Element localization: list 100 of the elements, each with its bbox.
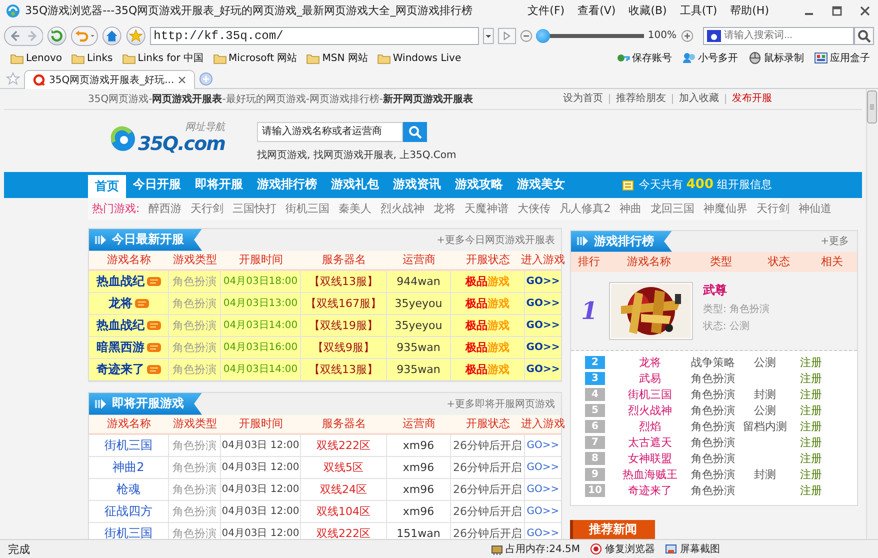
nav-tab[interactable]: 即将开服 — [188, 174, 250, 196]
game-link[interactable]: 三国快打 — [232, 201, 277, 216]
address-field[interactable]: http://kf.35q.com/ — [150, 26, 479, 45]
game-link[interactable]: 热血战纪 — [96, 316, 144, 334]
register-link[interactable]: 注册 — [800, 467, 822, 482]
search-field[interactable]: 请输入搜索词... — [724, 30, 850, 42]
nav-tab[interactable]: 游戏攻略 — [448, 174, 510, 196]
game-link[interactable]: 天魔神谱 — [464, 201, 509, 216]
register-link[interactable]: 注册 — [800, 387, 822, 402]
game-link[interactable]: 龙将 — [108, 294, 132, 312]
register-link[interactable]: 注册 — [800, 419, 822, 434]
go-link[interactable]: GO>> — [526, 276, 560, 287]
maximize-icon[interactable] — [832, 6, 842, 16]
menu-item[interactable]: 收藏(B) — [628, 3, 667, 18]
game-link[interactable]: 烈火战神 — [628, 403, 672, 418]
game-link[interactable]: 奇迹来了 — [96, 360, 144, 378]
go-link[interactable]: GO>> — [526, 440, 560, 451]
game-link[interactable]: 神魔仙界 — [704, 201, 748, 216]
home-icon[interactable] — [102, 24, 122, 47]
go-link[interactable]: GO>> — [526, 364, 560, 375]
search-button[interactable] — [854, 26, 874, 45]
menu-item[interactable]: 文件(F) — [528, 3, 565, 18]
bookmark-link[interactable]: Lenovo — [10, 51, 62, 66]
go-link[interactable]: GO>> — [526, 462, 560, 473]
browser-tab[interactable]: 35Q网页游戏开服表_好玩... — [24, 70, 196, 89]
bookmark-link[interactable]: Microsoft 网站 — [212, 51, 298, 66]
go-icon[interactable] — [498, 26, 516, 45]
go-link[interactable]: GO>> — [526, 342, 560, 353]
register-link[interactable]: 注册 — [800, 355, 822, 370]
status-item[interactable]: 占用内存:24.5M — [490, 542, 580, 556]
go-link[interactable]: GO>> — [526, 484, 560, 495]
go-link[interactable]: GO>> — [526, 528, 560, 539]
status-item[interactable]: 修复浏览器 — [590, 542, 655, 556]
bookmark-link[interactable]: MSN 网站 — [306, 51, 368, 66]
menu-item[interactable]: 帮助(H) — [730, 3, 769, 18]
tool-button[interactable]: 鼠标录制 — [748, 51, 804, 66]
menu-item[interactable]: 工具(T) — [680, 3, 718, 18]
refresh-icon[interactable] — [47, 24, 68, 47]
game-link[interactable]: 街机三国 — [628, 387, 672, 402]
tool-button[interactable]: 应用盒子 — [814, 51, 870, 66]
game-link[interactable]: 枪魂 — [116, 480, 140, 498]
tool-button[interactable]: 保存账号 — [616, 51, 672, 66]
bookmark-link[interactable]: Windows Live — [376, 51, 462, 66]
game-link[interactable]: 武尊 — [703, 282, 770, 299]
game-link[interactable]: 神曲 — [620, 201, 642, 216]
undo-icon[interactable] — [71, 24, 98, 47]
game-link[interactable]: 热血海贼王 — [622, 467, 678, 482]
more-link[interactable]: +更多即将开服网页游戏 — [446, 396, 561, 411]
more-link[interactable]: +更多 — [820, 234, 857, 248]
new-tab-icon[interactable] — [199, 72, 214, 86]
game-link[interactable]: 天行剑 — [190, 201, 224, 216]
dropdown-icon[interactable] — [482, 26, 494, 45]
register-link[interactable]: 注册 — [800, 483, 822, 498]
more-link[interactable]: +更多今日网页游戏开服表 — [436, 232, 561, 247]
go-link[interactable]: GO>> — [526, 506, 560, 517]
go-link[interactable]: GO>> — [526, 298, 560, 309]
game-link[interactable]: 凡人修真2 — [560, 201, 611, 216]
zoom-in-icon[interactable] — [680, 28, 694, 43]
game-link[interactable]: 奇迹来了 — [628, 483, 672, 498]
game-link[interactable]: 武易 — [639, 371, 661, 386]
search-box[interactable]: 请输入搜索词... — [703, 26, 854, 45]
close-icon[interactable] — [178, 76, 186, 84]
nav-tab[interactable]: 今日开服 — [126, 174, 188, 196]
go-link[interactable]: GO>> — [526, 320, 560, 331]
game-link[interactable]: 龙将 — [639, 355, 661, 370]
game-link[interactable]: 街机三国 — [104, 436, 152, 454]
search-button[interactable] — [402, 122, 427, 142]
nav-tab[interactable]: 游戏礼包 — [324, 174, 386, 196]
status-item[interactable]: 屏幕截图 — [665, 542, 720, 556]
register-link[interactable]: 注册 — [800, 435, 822, 450]
news-button[interactable]: 推荐新闻 — [570, 520, 655, 540]
close-icon[interactable] — [860, 6, 870, 16]
nav-tab[interactable]: 游戏美女 — [510, 174, 572, 196]
register-link[interactable]: 注册 — [800, 403, 822, 418]
game-link[interactable]: 征战四方 — [104, 502, 152, 520]
game-link[interactable]: 街机三国 — [286, 201, 330, 216]
search-field[interactable]: 请输入游戏名称或者运营商 — [256, 122, 403, 142]
game-link[interactable]: 神仙道 — [798, 201, 832, 216]
game-link[interactable]: 热血战纪 — [96, 272, 144, 290]
game-link[interactable]: 烈火战神 — [380, 201, 425, 216]
menu-item[interactable]: 查看(V) — [578, 3, 616, 18]
game-link[interactable]: 太古遮天 — [628, 435, 672, 450]
scrollbar[interactable] — [866, 88, 878, 541]
nav-tab[interactable]: 游戏排行榜 — [250, 174, 324, 196]
bookmark-link[interactable]: Links for 中国 — [122, 51, 204, 66]
top-link[interactable]: 推荐给朋友 — [609, 94, 672, 104]
game-link[interactable]: 秦美人 — [338, 201, 372, 216]
back-forward-icon[interactable] — [4, 24, 44, 47]
slider-thumb[interactable] — [536, 28, 550, 43]
nav-tab[interactable]: 首页 — [88, 174, 126, 198]
top-link[interactable]: 加入收藏 — [672, 94, 725, 104]
game-link[interactable]: 女神联盟 — [628, 451, 672, 466]
zoom-out-icon[interactable] — [520, 28, 532, 43]
register-link[interactable]: 注册 — [800, 451, 822, 466]
register-link[interactable]: 注册 — [800, 371, 822, 386]
top-link[interactable]: 设为首页 — [557, 94, 609, 104]
game-link[interactable]: 龙回三国 — [650, 201, 695, 216]
bookmark-link[interactable]: Links — [71, 51, 113, 66]
tool-button[interactable]: 小号多开 — [682, 51, 738, 66]
nav-tab[interactable]: 游戏资讯 — [386, 174, 448, 196]
